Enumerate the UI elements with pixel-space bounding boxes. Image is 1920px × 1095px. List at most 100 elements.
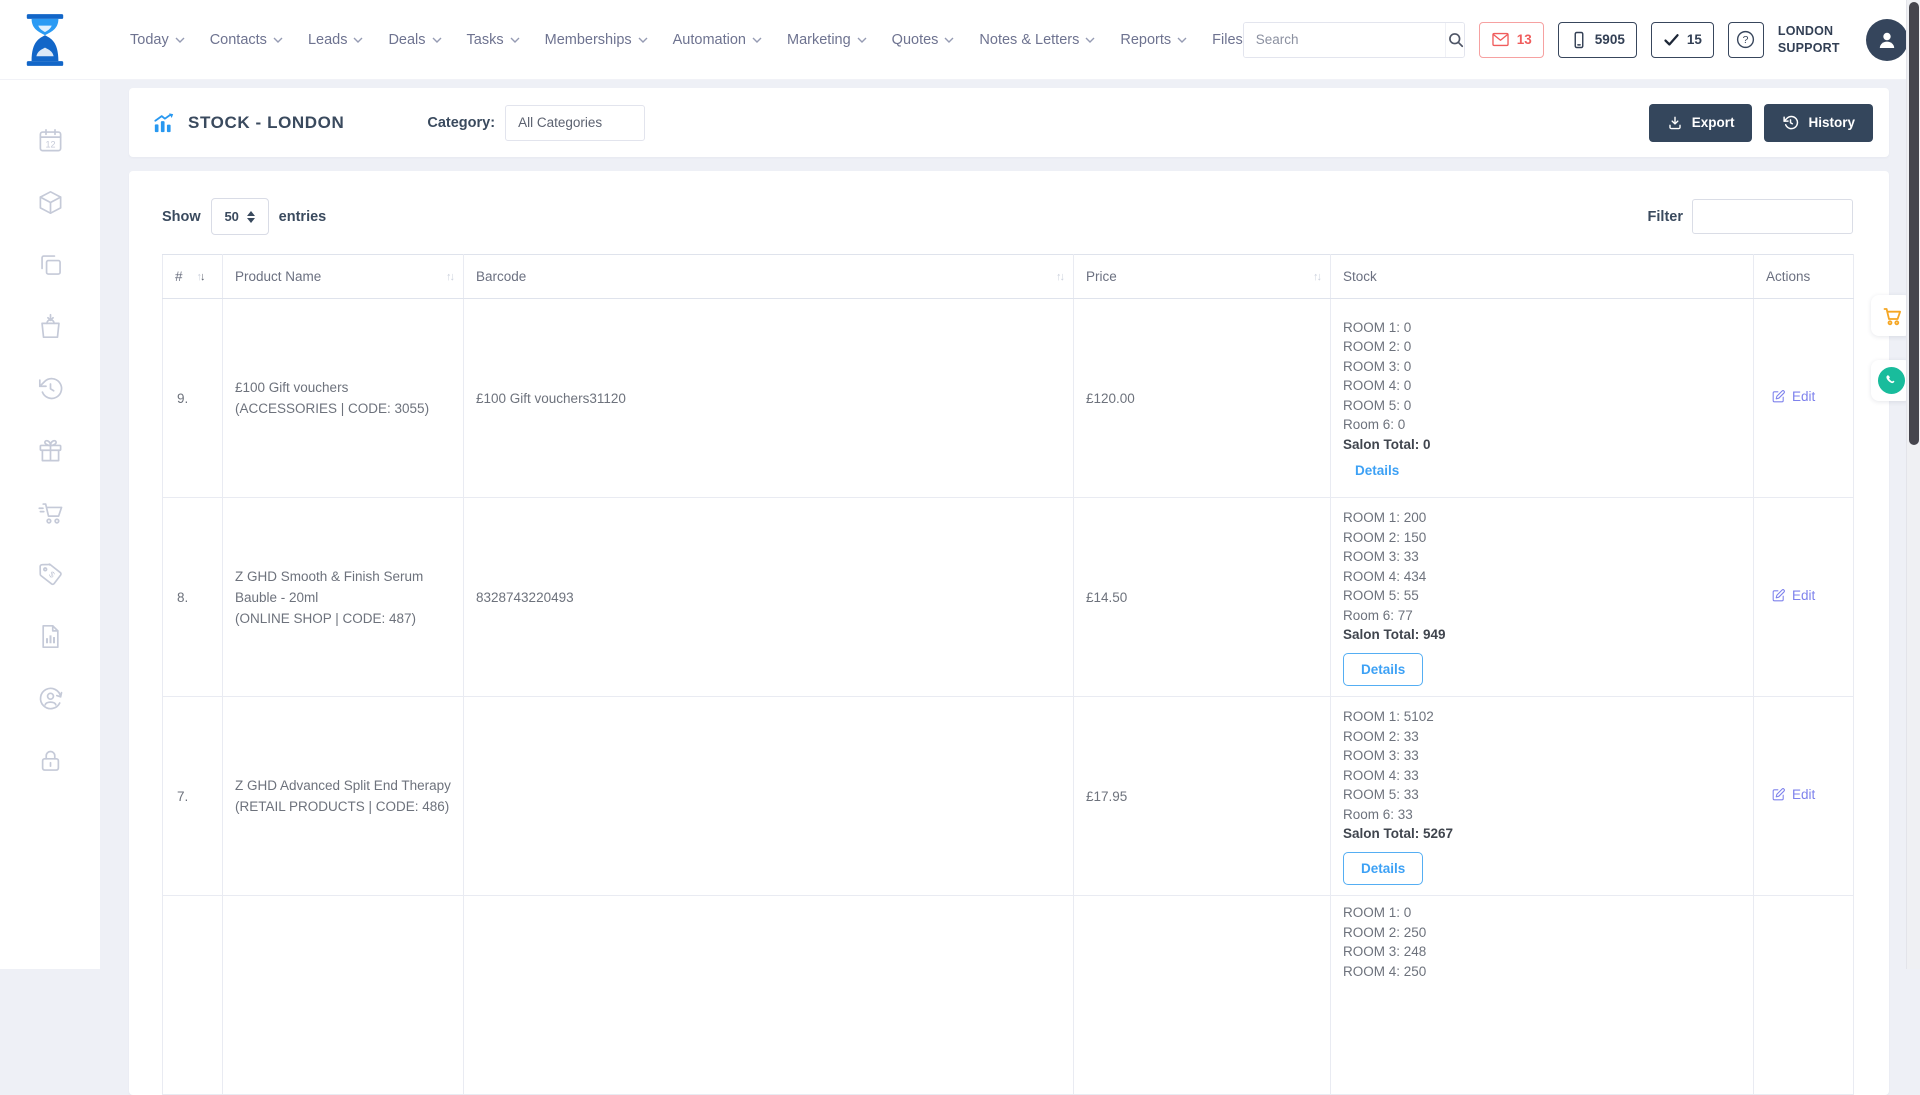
copy-icon[interactable] <box>37 251 64 278</box>
nav-item-today[interactable]: Today <box>130 32 185 48</box>
header-product-name[interactable]: Product Name↑↓ <box>223 255 464 299</box>
chevron-down-icon <box>353 37 363 43</box>
smartphone-icon <box>1570 31 1588 49</box>
table-header-row: #↑↓ Product Name↑↓ Barcode↑↓ Price↑↓ Sto… <box>163 255 1854 299</box>
page-size-control: Show 50 entries <box>162 198 326 235</box>
salon-total: Salon Total: 0 <box>1343 435 1743 455</box>
search-input[interactable] <box>1244 23 1445 57</box>
download-icon <box>1667 115 1683 131</box>
actions-cell <box>1754 896 1854 1095</box>
stock-cell: ROOM 1: 0 ROOM 2: 0 ROOM 3: 0 ROOM 4: 0 … <box>1331 299 1754 498</box>
cart-icon[interactable] <box>37 499 64 526</box>
search-icon <box>1446 30 1465 50</box>
account-name: LONDON SUPPORT <box>1778 23 1852 56</box>
page-scrollbar <box>1906 0 1920 969</box>
stock-cell: ROOM 1: 0 ROOM 2: 250 ROOM 3: 248 ROOM 4… <box>1331 896 1754 1095</box>
nav-item-tasks[interactable]: Tasks <box>467 32 520 48</box>
app-logo-icon[interactable] <box>22 13 68 67</box>
product-name-cell: Z GHD Smooth & Finish Serum Bauble - 20m… <box>223 498 464 697</box>
header-number[interactable]: #↑↓ <box>163 255 223 299</box>
spinner-arrows-icon <box>247 211 255 223</box>
entries-label: entries <box>279 209 327 225</box>
product-name-cell: Z GHD Advanced Split End Therapy(RETAIL … <box>223 697 464 896</box>
header-stock: Stock <box>1331 255 1754 299</box>
price-cell <box>1074 896 1331 1095</box>
row-number: 7. <box>163 697 223 896</box>
nav-item-automation[interactable]: Automation <box>673 32 762 48</box>
nav-item-reports[interactable]: Reports <box>1120 32 1187 48</box>
phone-count: 5905 <box>1595 32 1625 47</box>
edit-button[interactable]: Edit <box>1771 389 1815 404</box>
edit-button[interactable]: Edit <box>1771 588 1815 603</box>
salon-total: Salon Total: 949 <box>1343 625 1743 645</box>
chevron-down-icon <box>1177 37 1187 43</box>
svg-text:12: 12 <box>45 139 55 149</box>
tasks-badge[interactable]: 15 <box>1651 22 1714 58</box>
scrollbar-thumb[interactable] <box>1909 2 1919 445</box>
calendar-icon[interactable]: 12 <box>37 127 64 154</box>
nav-item-leads[interactable]: Leads <box>308 32 364 48</box>
sort-icon: ↑↓ <box>446 271 453 283</box>
details-button[interactable]: Details <box>1343 852 1423 885</box>
category-select[interactable]: All Categories <box>505 105 645 141</box>
search-button[interactable] <box>1445 23 1465 57</box>
nav-item-contacts[interactable]: Contacts <box>210 32 283 48</box>
barcode-cell: 8328743220493 <box>464 498 1074 697</box>
nav-item-notes-letters[interactable]: Notes & Letters <box>979 32 1095 48</box>
barcode-cell <box>464 697 1074 896</box>
report-icon[interactable] <box>37 623 64 650</box>
main-nav: Today Contacts Leads Deals Tasks Members… <box>130 32 1243 48</box>
nav-item-memberships[interactable]: Memberships <box>545 32 648 48</box>
nav-item-files[interactable]: Files <box>1212 32 1243 48</box>
header-barcode[interactable]: Barcode↑↓ <box>464 255 1074 299</box>
export-button[interactable]: Export <box>1649 104 1753 142</box>
details-button[interactable]: Details <box>1343 653 1423 686</box>
svg-text:$: $ <box>47 569 57 580</box>
package-icon[interactable] <box>37 189 64 216</box>
shopping-cart-icon <box>1880 304 1904 328</box>
history-button[interactable]: History <box>1764 104 1873 142</box>
actions-cell: Edit <box>1754 299 1854 498</box>
table-card: Show 50 entries Filter #↑↓ Product Name↑… <box>129 171 1889 1095</box>
phone-badge[interactable]: 5905 <box>1558 22 1637 58</box>
page-title: STOCK - LONDON <box>153 112 344 134</box>
product-name-cell <box>223 896 464 1095</box>
details-link[interactable]: Details <box>1355 463 1399 478</box>
history-icon[interactable] <box>37 375 64 402</box>
price-cell: £120.00 <box>1074 299 1331 498</box>
table-controls: Show 50 entries Filter <box>162 198 1853 235</box>
stock-cell: ROOM 1: 5102 ROOM 2: 33 ROOM 3: 33 ROOM … <box>1331 697 1754 896</box>
actions-cell: Edit <box>1754 498 1854 697</box>
help-button[interactable]: ? <box>1728 22 1764 58</box>
chevron-down-icon <box>944 37 954 43</box>
price-cell: £17.95 <box>1074 697 1331 896</box>
page-header-card: STOCK - LONDON Category: All Categories … <box>129 88 1889 157</box>
barcode-cell: £100 Gift vouchers31120 <box>464 299 1074 498</box>
header-price[interactable]: Price↑↓ <box>1074 255 1331 299</box>
filter-input[interactable] <box>1692 199 1853 234</box>
bag-receive-icon[interactable] <box>37 313 64 340</box>
nav-item-quotes[interactable]: Quotes <box>892 32 955 48</box>
nav-item-deals[interactable]: Deals <box>388 32 441 48</box>
header-actions: Actions <box>1754 255 1854 299</box>
chevron-down-icon <box>638 37 648 43</box>
person-icon <box>1875 28 1899 52</box>
envelope-icon <box>1491 30 1510 49</box>
edit-pencil-icon <box>1771 588 1786 603</box>
avatar[interactable] <box>1866 19 1908 61</box>
tasks-count: 15 <box>1687 32 1702 47</box>
table-row: ROOM 1: 0 ROOM 2: 250 ROOM 3: 248 ROOM 4… <box>163 896 1854 1095</box>
gift-icon[interactable] <box>37 437 64 464</box>
messages-badge[interactable]: 13 <box>1479 22 1544 58</box>
user-sync-icon[interactable] <box>37 685 64 712</box>
barcode-cell <box>464 896 1074 1095</box>
lock-icon[interactable] <box>37 747 64 774</box>
nav-item-marketing[interactable]: Marketing <box>787 32 867 48</box>
history-restore-icon <box>1782 114 1799 131</box>
chevron-down-icon <box>175 37 185 43</box>
chevron-down-icon <box>273 37 283 43</box>
edit-button[interactable]: Edit <box>1771 787 1815 802</box>
page-size-select[interactable]: 50 <box>211 198 269 235</box>
price-tag-icon[interactable]: $ <box>37 561 64 588</box>
filter-control: Filter <box>1648 199 1853 234</box>
